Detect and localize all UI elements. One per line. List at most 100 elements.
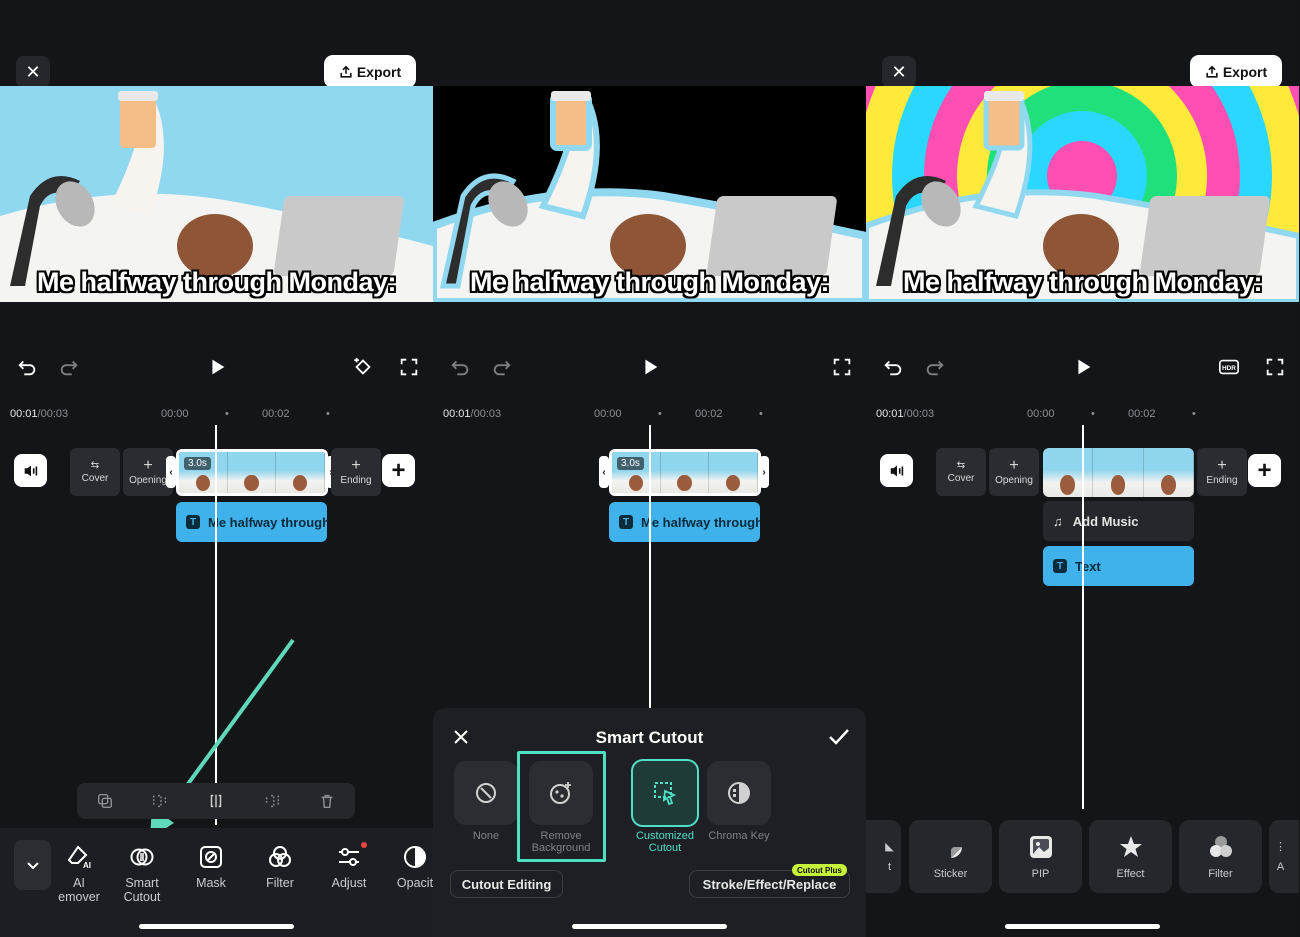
add-music-track[interactable]: ♫ Add Music — [1043, 501, 1194, 541]
cover-button[interactable]: ⇆ Cover — [936, 448, 986, 496]
tile-partial-right-icon: ⋮ — [1275, 841, 1286, 853]
ruler-dot: • — [1192, 408, 1196, 420]
tile-sticker[interactable]: Sticker — [909, 820, 992, 893]
home-indicator — [1005, 924, 1160, 929]
eraser-ai-icon: AI — [67, 845, 91, 870]
video-clip-selected[interactable]: 3.0s — [609, 449, 761, 496]
clip-trim-handle-left[interactable]: ‹ — [166, 456, 176, 488]
timecode: 00:01/00:03 — [10, 408, 69, 420]
play-button[interactable] — [1070, 352, 1096, 382]
sheet-confirm-button[interactable] — [827, 726, 851, 748]
cover-button[interactable]: ⇆ Cover — [70, 448, 120, 496]
mute-toggle-button[interactable] — [880, 454, 913, 487]
play-button[interactable] — [637, 352, 663, 382]
play-icon — [212, 359, 225, 375]
ending-button[interactable]: + Ending — [1197, 448, 1247, 496]
trim-start-icon[interactable] — [151, 792, 169, 810]
option-customized-cutout[interactable] — [631, 759, 699, 827]
close-button[interactable]: ✕ — [882, 56, 916, 88]
trim-end-icon[interactable] — [263, 792, 281, 810]
video-clip[interactable] — [1043, 448, 1194, 497]
fullscreen-button[interactable] — [396, 352, 422, 382]
play-button[interactable] — [204, 352, 230, 382]
text-track-clip[interactable]: T Me halfway through — [609, 502, 760, 542]
fullscreen-icon — [400, 358, 418, 376]
redo-icon — [493, 360, 511, 376]
fullscreen-button[interactable] — [829, 352, 855, 382]
cutout-plus-badge: Cutout Plus — [792, 864, 847, 876]
tool-smart-cutout[interactable]: Smart Cutout — [107, 844, 177, 904]
undo-icon — [451, 360, 469, 376]
smart-cutout-icon — [130, 848, 154, 866]
pip-icon — [1029, 835, 1052, 858]
video-preview: Me halfway through Monday: — [866, 86, 1299, 302]
video-clip-selected[interactable]: 3.0s — [176, 449, 328, 496]
clip-duration: 3.0s — [617, 457, 644, 470]
clip-trim-handle-left[interactable]: ‹ — [599, 456, 609, 488]
tile-partial-left[interactable]: ◣ t — [866, 820, 901, 893]
mute-toggle-button[interactable] — [14, 454, 47, 487]
editor-panel-replaced-bg: ✕ Export Me halfway through Monday: HDR … — [866, 0, 1299, 937]
swap-icon: ⇆ — [956, 460, 966, 471]
duplicate-icon[interactable] — [96, 792, 114, 810]
add-clip-button[interactable]: + — [382, 454, 415, 487]
tool-adjust[interactable]: Adjust — [314, 842, 384, 890]
text-icon: T — [619, 515, 633, 529]
undo-button[interactable] — [880, 352, 906, 382]
clip-trim-handle-right[interactable]: › — [759, 456, 769, 488]
export-button[interactable]: Export — [1190, 55, 1282, 88]
ruler-tick: 00:00 — [161, 408, 189, 420]
ending-button[interactable]: + Ending — [331, 448, 381, 496]
undo-button[interactable] — [14, 352, 40, 382]
tile-partial-right[interactable]: ⋮ A — [1269, 820, 1299, 893]
playhead[interactable] — [649, 425, 651, 708]
option-none[interactable] — [454, 761, 518, 825]
video-caption: Me halfway through Monday: — [902, 267, 1263, 297]
delete-icon[interactable] — [318, 792, 336, 810]
upload-icon — [1206, 65, 1218, 78]
video-preview: Me halfway through Monday: — [0, 86, 433, 302]
highlight-box — [517, 751, 606, 862]
ruler-tick: 00:00 — [594, 408, 622, 420]
ruler-dot: • — [1091, 408, 1095, 420]
ruler-tick: 00:00 — [1027, 408, 1055, 420]
export-button[interactable]: Export — [324, 55, 416, 88]
tool-filter[interactable]: Filter — [245, 844, 315, 890]
opening-button[interactable]: + Opening — [989, 448, 1039, 496]
redo-button[interactable] — [56, 352, 82, 382]
option-chroma-key[interactable] — [707, 761, 771, 825]
plus-icon: + — [391, 456, 406, 484]
hdr-button[interactable]: HDR — [1216, 352, 1242, 382]
close-button[interactable]: ✕ — [16, 56, 50, 88]
add-clip-button[interactable]: + — [1248, 454, 1281, 487]
tile-effect[interactable]: Effect — [1089, 820, 1172, 893]
text-track-clip[interactable]: T Me halfway through — [176, 502, 327, 542]
tile-filter[interactable]: Filter — [1179, 820, 1262, 893]
music-note-icon: ♫ — [1053, 513, 1063, 529]
speaker-icon — [890, 465, 903, 476]
video-caption: Me halfway through Monday: — [469, 267, 830, 297]
tile-pip[interactable]: PIP — [999, 820, 1082, 893]
keyframe-button[interactable] — [350, 352, 376, 382]
fullscreen-button[interactable] — [1262, 352, 1288, 382]
text-track[interactable]: T Text — [1043, 546, 1194, 586]
redo-button[interactable] — [489, 352, 515, 382]
tool-mask[interactable]: Mask — [176, 844, 246, 890]
plus-icon: + — [1257, 456, 1272, 484]
redo-button[interactable] — [922, 352, 948, 382]
undo-button[interactable] — [447, 352, 473, 382]
tool-ai-remover[interactable]: AI AI emover — [44, 844, 114, 904]
ruler-dot: • — [658, 408, 662, 420]
cutout-editing-button[interactable]: Cutout Editing — [450, 870, 563, 898]
speaker-icon — [24, 465, 37, 476]
redo-icon — [60, 360, 78, 376]
svg-text:HDR: HDR — [1222, 365, 1236, 372]
split-icon[interactable] — [207, 792, 225, 810]
playhead[interactable] — [1082, 425, 1084, 809]
undo-icon — [18, 360, 36, 376]
home-indicator — [139, 924, 294, 929]
timecode: 00:01/00:03 — [443, 408, 502, 420]
close-icon: ✕ — [891, 61, 907, 82]
clip-duration: 3.0s — [184, 457, 211, 470]
tool-opacity[interactable]: Opacit — [380, 844, 433, 890]
